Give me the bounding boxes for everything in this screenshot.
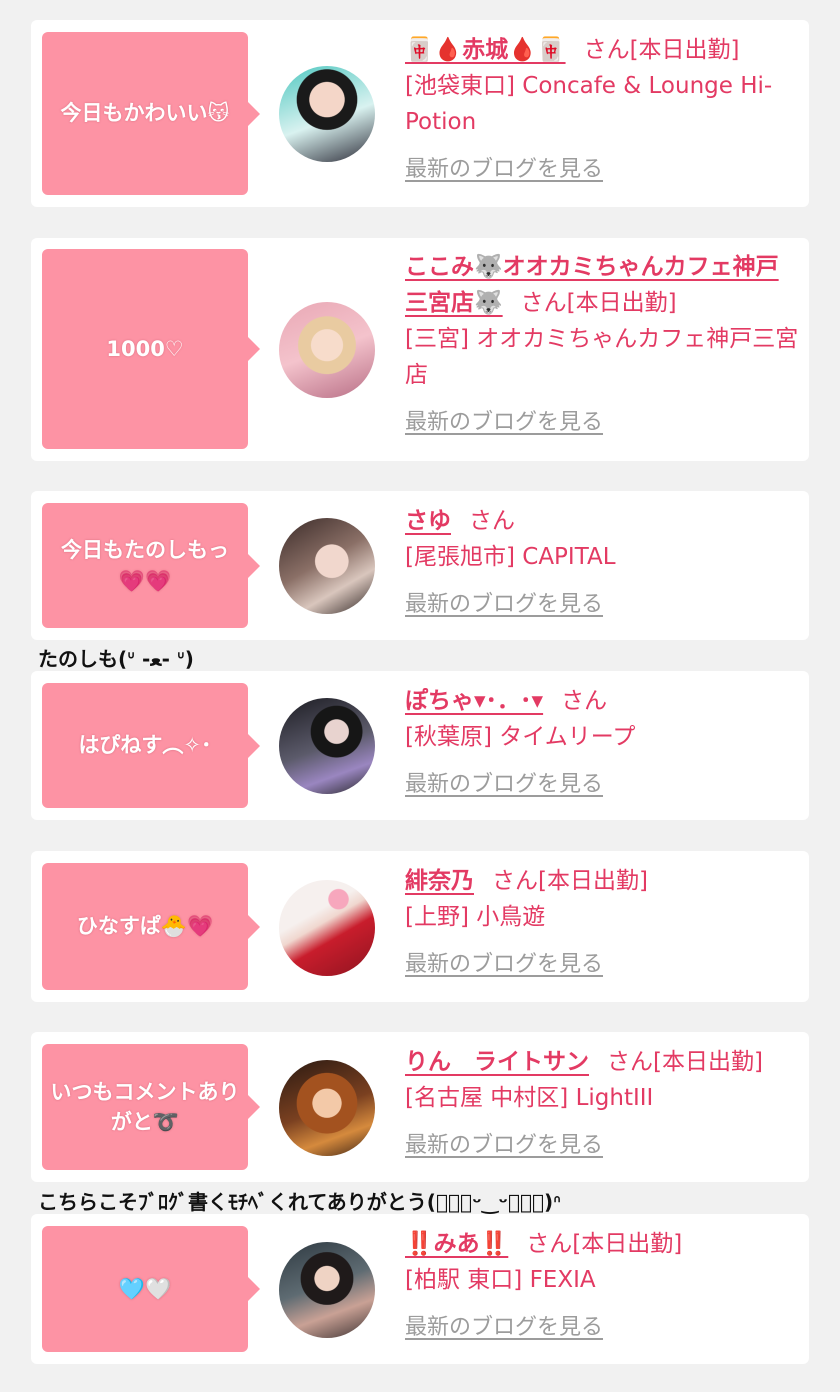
cast-name-link[interactable]: さゆ	[405, 508, 451, 534]
san-suffix: さん	[520, 290, 567, 316]
message-bubble: 🩵🤍	[42, 1226, 260, 1352]
cast-card: いつもコメントありがと➰ りん ライトサン さん[本日出勤] [名古屋 中村区] …	[31, 1032, 809, 1182]
message-bubble: 1000♡	[42, 249, 260, 449]
blog-comment: たのしも(ᐡ -ﻌ- ᐡ)	[38, 647, 194, 671]
avatar[interactable]	[279, 302, 375, 398]
san-suffix: さん	[526, 1231, 573, 1257]
work-status: [本日出勤]	[572, 1231, 683, 1257]
latest-blog-link[interactable]: 最新のブログを見る	[405, 405, 801, 441]
shop-info: [池袋東口] Concafe & Lounge Hi-Potion	[405, 73, 773, 135]
cast-info: ここみ🐺オオカミちゃんカフェ神戸三宮店🐺 さん[本日出勤] [三宮] オオカミちゃ…	[405, 249, 801, 441]
cast-info: ぽちゃ▾･．･▾ さん [秋葉原] タイムリープ 最新のブログを見る	[405, 683, 801, 803]
shop-info: [名古屋 中村区] LightIII	[405, 1085, 654, 1111]
latest-blog-link[interactable]: 最新のブログを見る	[405, 587, 801, 623]
cast-name-link[interactable]: りん ライトサン	[405, 1049, 589, 1075]
message-bubble: いつもコメントありがと➰	[42, 1044, 260, 1170]
latest-blog-link[interactable]: 最新のブログを見る	[405, 152, 801, 188]
shop-info: [尾張旭市] CAPITAL	[405, 544, 616, 570]
cast-card: 1000♡ ここみ🐺オオカミちゃんカフェ神戸三宮店🐺 さん[本日出勤] [三宮] …	[31, 238, 809, 461]
cast-name-link[interactable]: 緋奈乃	[405, 868, 474, 894]
cast-card: 今日もたのしもっ💗💗 さゆ さん [尾張旭市] CAPITAL 最新のブログを見る	[31, 491, 809, 640]
latest-blog-link[interactable]: 最新のブログを見る	[405, 1310, 801, 1346]
avatar[interactable]	[279, 1242, 375, 1338]
cast-card: 今日もかわいい😽 🀄🩸赤城🩸🀄 さん[本日出勤] [池袋東口] Concafe &…	[31, 20, 809, 207]
cast-info: 🀄🩸赤城🩸🀄 さん[本日出勤] [池袋東口] Concafe & Lounge H…	[405, 32, 801, 188]
message-bubble: はぴねす︵✧･	[42, 683, 260, 808]
avatar[interactable]	[279, 66, 375, 162]
shop-info: [秋葉原] タイムリープ	[405, 724, 636, 750]
cast-name-link[interactable]: 🀄🩸赤城🩸🀄	[405, 37, 566, 63]
shop-info: [上野] 小鳥遊	[405, 904, 546, 930]
san-suffix: さん	[583, 37, 630, 63]
avatar[interactable]	[279, 1060, 375, 1156]
work-status: [本日出勤]	[653, 1049, 763, 1075]
cast-info: ‼️みあ‼️ さん[本日出勤] [柏駅 東口] FEXIA 最新のブログを見る	[405, 1226, 801, 1346]
work-status: [本日出勤]	[629, 37, 740, 63]
cast-info: さゆ さん [尾張旭市] CAPITAL 最新のブログを見る	[405, 503, 801, 623]
message-bubble: ひなすぱ🐣💗	[42, 863, 260, 990]
work-status: [本日出勤]	[538, 868, 648, 894]
latest-blog-link[interactable]: 最新のブログを見る	[405, 767, 801, 803]
avatar[interactable]	[279, 880, 375, 976]
latest-blog-link[interactable]: 最新のブログを見る	[405, 1128, 801, 1164]
cast-info: 緋奈乃 さん[本日出勤] [上野] 小鳥遊 最新のブログを見る	[405, 863, 801, 983]
cast-card: ひなすぱ🐣💗 緋奈乃 さん[本日出勤] [上野] 小鳥遊 最新のブログを見る	[31, 851, 809, 1002]
cast-name-link[interactable]: ぽちゃ▾･．･▾	[405, 688, 543, 714]
san-suffix: さん	[561, 688, 608, 714]
message-bubble: 今日もかわいい😽	[42, 32, 260, 195]
cast-name-link[interactable]: ‼️みあ‼️	[405, 1231, 508, 1257]
latest-blog-link[interactable]: 最新のブログを見る	[405, 947, 801, 983]
avatar[interactable]	[279, 518, 375, 614]
blog-comment: こちらこそﾌﾞﾛｸﾞ書くﾓﾁﾍﾞくれてありがとう(๑⃙⃘ᵕ‿ᵕ๑⃙⃘)ᐢ	[38, 1190, 562, 1214]
cast-card: はぴねす︵✧･ ぽちゃ▾･．･▾ さん [秋葉原] タイムリープ 最新のブログを見…	[31, 671, 809, 820]
shop-info: [三宮] オオカミちゃんカフェ神戸三宮店	[405, 326, 799, 388]
work-status: [本日出勤]	[566, 290, 677, 316]
san-suffix: さん	[492, 868, 538, 894]
avatar[interactable]	[279, 698, 375, 794]
message-bubble: 今日もたのしもっ💗💗	[42, 503, 260, 628]
cast-info: りん ライトサン さん[本日出勤] [名古屋 中村区] LightIII 最新のブ…	[405, 1044, 801, 1164]
san-suffix: さん	[469, 508, 515, 534]
san-suffix: さん	[607, 1049, 653, 1075]
cast-card: 🩵🤍 ‼️みあ‼️ さん[本日出勤] [柏駅 東口] FEXIA 最新のブログを見…	[31, 1214, 809, 1364]
shop-info: [柏駅 東口] FEXIA	[405, 1267, 596, 1293]
